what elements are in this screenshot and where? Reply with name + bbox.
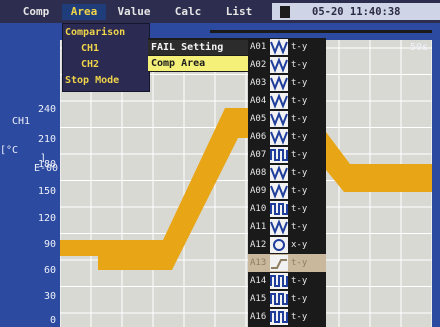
area-id: A11: [250, 222, 267, 232]
area-id: A08: [250, 168, 267, 178]
area-id: A10: [250, 204, 267, 214]
waveform-w-icon: [270, 219, 288, 235]
unit-label: [°C: [0, 145, 18, 156]
area-type: t-y: [291, 276, 308, 286]
area-row[interactable]: A08 t-y: [248, 164, 326, 182]
menu-item-stop-mode[interactable]: Stop Mode: [63, 73, 149, 88]
waveform-w-icon: [270, 39, 288, 55]
area-type: t-y: [291, 96, 308, 106]
ch1-submenu: FAIL Setting Comp Area: [148, 38, 248, 72]
waveform-w-icon: [270, 75, 288, 91]
area-row[interactable]: A02 t-y: [248, 56, 326, 74]
area-row[interactable]: A07 t-y: [248, 146, 326, 164]
area-row[interactable]: A09 t-y: [248, 182, 326, 200]
area-id: A09: [250, 186, 267, 196]
waveform-w-icon: [270, 165, 288, 181]
y-axis-panel: CH1 [°C E-00 ] 240 210 180 150 120 90 60…: [0, 23, 60, 327]
area-dropdown-menu: Comparison CH1 CH2 Stop Mode: [62, 23, 150, 92]
y-tick: 180: [37, 159, 56, 170]
area-row[interactable]: A11 t-y: [248, 218, 326, 236]
area-id: A04: [250, 96, 267, 106]
y-tick: 0: [49, 315, 56, 326]
area-id: A13: [250, 258, 267, 268]
area-row[interactable]: A10 t-y: [248, 200, 326, 218]
area-type: t-y: [291, 78, 308, 88]
area-id: A02: [250, 60, 267, 70]
area-type: t-y: [291, 114, 308, 124]
area-type: t-y: [291, 222, 308, 232]
submenu-comp-area[interactable]: Comp Area: [148, 56, 248, 71]
area-row[interactable]: A16 t-y: [248, 308, 326, 326]
timespan-label: 50s: [409, 42, 428, 53]
area-type: t-y: [291, 60, 308, 70]
area-type: t-y: [291, 168, 308, 178]
area-row[interactable]: A01 t-y: [248, 38, 326, 56]
area-row[interactable]: A14 t-y: [248, 272, 326, 290]
waveform-pulse-icon: [270, 291, 288, 307]
unit-text: [°C: [0, 145, 19, 156]
menu-item-ch2[interactable]: CH2: [63, 57, 149, 72]
area-row[interactable]: A15 t-y: [248, 290, 326, 308]
menu-item-ch1[interactable]: CH1: [63, 41, 149, 56]
waveform-step-icon: [270, 255, 288, 271]
waveform-pulse-icon: [270, 147, 288, 163]
area-type: t-y: [291, 294, 308, 304]
circle-icon: [270, 237, 288, 253]
area-type: t-y: [291, 42, 308, 52]
waveform-pulse-icon: [270, 273, 288, 289]
waveform-w-icon: [270, 183, 288, 199]
y-tick: 210: [37, 134, 56, 145]
waveform-pulse-icon: [270, 201, 288, 217]
area-type: t-y: [291, 186, 308, 196]
area-row[interactable]: A13 t-y: [248, 254, 326, 272]
menu-area[interactable]: Area: [62, 4, 106, 20]
area-id: A12: [250, 240, 267, 250]
menu-list[interactable]: List: [218, 4, 260, 20]
area-id: A07: [250, 150, 267, 160]
menu-value[interactable]: Value: [110, 4, 158, 20]
menu-calc[interactable]: Calc: [166, 4, 210, 20]
area-id: A03: [250, 78, 267, 88]
recorder-screen: Comp Area Value Calc List 05-20 11:40:38…: [0, 0, 440, 327]
menu-item-comparison[interactable]: Comparison: [63, 25, 149, 40]
right-border: [432, 23, 440, 327]
y-tick: 150: [37, 186, 56, 197]
waveform-w-icon: [270, 93, 288, 109]
area-id: A15: [250, 294, 267, 304]
area-id: A16: [250, 312, 267, 322]
area-type: t-y: [291, 132, 308, 142]
area-type: t-y: [291, 312, 308, 322]
y-tick: 90: [43, 239, 56, 250]
waveform-w-icon: [270, 129, 288, 145]
area-row[interactable]: A04 t-y: [248, 92, 326, 110]
area-id: A06: [250, 132, 267, 142]
menu-comp[interactable]: Comp: [14, 4, 58, 20]
area-type: t-y: [291, 150, 308, 160]
area-id: A14: [250, 276, 267, 286]
area-row[interactable]: A05 t-y: [248, 110, 326, 128]
y-tick: 30: [43, 291, 56, 302]
memory-card-icon: [280, 6, 290, 18]
channel-label: CH1: [12, 116, 31, 127]
waveform-w-icon: [270, 111, 288, 127]
area-row[interactable]: A06 t-y: [248, 128, 326, 146]
waveform-pulse-icon: [270, 309, 288, 325]
scroll-track[interactable]: [210, 30, 440, 33]
submenu-fail-setting[interactable]: FAIL Setting: [148, 40, 248, 55]
area-type: t-y: [291, 258, 308, 268]
area-row[interactable]: A12 x-y: [248, 236, 326, 254]
y-tick: 60: [43, 265, 56, 276]
y-tick: 120: [37, 213, 56, 224]
area-type: x-y: [291, 240, 308, 250]
area-id: A05: [250, 114, 267, 124]
area-row[interactable]: A03 t-y: [248, 74, 326, 92]
area-list: A01 t-y A02 t-y A03 t-y A04 t-y A05 t-y A06 t-y A07 t…: [248, 38, 326, 327]
area-id: A01: [250, 42, 267, 52]
y-tick: 240: [37, 104, 56, 115]
datetime-display: 05-20 11:40:38: [312, 6, 401, 18]
waveform-w-icon: [270, 57, 288, 73]
area-type: t-y: [291, 204, 308, 214]
menu-bar: Comp Area Value Calc List 05-20 11:40:38: [0, 0, 440, 23]
